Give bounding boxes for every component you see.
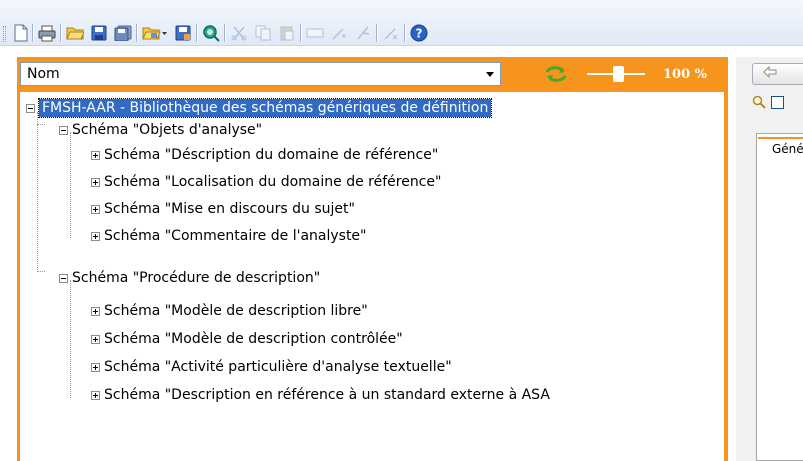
tree-node-label: Schéma "Description en référence à un st… xyxy=(104,387,550,403)
toolbar-separator xyxy=(404,24,405,42)
add-link-icon[interactable] xyxy=(328,23,350,43)
chevron-down-icon[interactable] xyxy=(480,63,500,85)
properties-box xyxy=(756,133,803,461)
tree-leaf-node[interactable]: Schéma "Mise en discours du sujet" xyxy=(91,198,355,220)
zoom-level: 100 % xyxy=(663,67,708,82)
schema-tree[interactable]: FMSH-AAR - Bibliothèque des schémas géné… xyxy=(20,92,724,461)
tree-connector xyxy=(70,132,71,238)
tree-node-label: Schéma "Mise en discours du sujet" xyxy=(104,201,355,217)
expand-icon[interactable] xyxy=(91,150,100,160)
tree-leaf-node[interactable]: Schéma "Activité particulière d'analyse … xyxy=(91,356,452,378)
expand-icon[interactable] xyxy=(91,306,100,316)
tree-node-label: Schéma "Modèle de description libre" xyxy=(104,303,368,319)
tree-node-label: Schéma "Activité particulière d'analyse … xyxy=(104,359,452,375)
open-folder-dropdown-icon[interactable] xyxy=(140,23,170,43)
open-folder-icon[interactable] xyxy=(64,23,86,43)
tree-node-label: Schéma "Objets d'analyse" xyxy=(72,122,263,138)
expand-icon[interactable] xyxy=(91,177,100,187)
search-icon[interactable] xyxy=(752,95,766,113)
tree-root-label: FMSH-AAR - Bibliothèque des schémas géné… xyxy=(37,98,493,118)
collapse-icon[interactable] xyxy=(59,273,68,283)
tree-leaf-node[interactable]: Schéma "Localisation du domaine de référ… xyxy=(91,171,441,193)
preview-icon[interactable] xyxy=(200,23,222,43)
remove-link-icon[interactable] xyxy=(380,23,402,43)
cut-icon[interactable] xyxy=(228,23,250,43)
expand-icon[interactable] xyxy=(91,204,100,214)
tree-node-label: Schéma "Procédure de description" xyxy=(72,270,321,286)
toolbar-separator xyxy=(224,24,225,42)
tree-leaf-node[interactable]: Schéma "Commentaire de l'analyste" xyxy=(91,225,366,247)
tree-leaf-node[interactable]: Schéma "Modèle de description libre" xyxy=(91,300,368,322)
tree-root-node[interactable]: FMSH-AAR - Bibliothèque des schémas géné… xyxy=(26,97,493,119)
save-icon[interactable] xyxy=(88,23,110,43)
toolbar-separator xyxy=(196,24,197,42)
save-all-icon[interactable] xyxy=(112,23,134,43)
sort-by-dropdown[interactable]: Nom xyxy=(20,62,501,86)
toolbar-grip[interactable] xyxy=(3,26,6,42)
tree-node-label: Schéma "Modèle de description contrôlée" xyxy=(104,331,403,347)
slider-thumb[interactable] xyxy=(612,66,624,82)
tree-group-node[interactable]: Schéma "Objets d'analyse" xyxy=(59,119,262,141)
toolbar-separator xyxy=(300,24,301,42)
dropdown-value: Nom xyxy=(27,66,60,82)
print-icon[interactable] xyxy=(36,23,58,43)
collapse-icon[interactable] xyxy=(26,103,35,113)
paste-icon[interactable] xyxy=(276,23,298,43)
tree-connector xyxy=(37,271,45,272)
expand-icon[interactable] xyxy=(91,334,100,344)
field-icon[interactable] xyxy=(304,23,326,43)
tree-leaf-node[interactable]: Schéma "Déscription du domaine de référe… xyxy=(91,144,438,166)
arrow-left-icon xyxy=(763,65,777,82)
copy-icon[interactable] xyxy=(252,23,274,43)
expand-icon[interactable] xyxy=(91,231,100,241)
zoom-slider[interactable] xyxy=(585,64,647,84)
svg-text:?: ? xyxy=(416,27,423,41)
tree-connector xyxy=(37,124,45,125)
tree-node-label: Schéma "Localisation du domaine de référ… xyxy=(104,174,442,190)
new-document-icon[interactable] xyxy=(10,23,32,43)
help-icon[interactable]: ? xyxy=(408,23,430,43)
toolbar-separator xyxy=(376,24,377,42)
refresh-icon[interactable] xyxy=(543,64,569,84)
tree-group-node[interactable]: Schéma "Procédure de description" xyxy=(59,267,320,289)
expand-icon[interactable] xyxy=(91,362,100,372)
expand-icon[interactable] xyxy=(91,390,100,400)
tree-node-label: Schéma "Commentaire de l'analyste" xyxy=(104,228,367,244)
tree-leaf-node[interactable]: Schéma "Description en référence à un st… xyxy=(91,384,550,406)
tree-connector xyxy=(37,112,38,272)
toolbar-separator xyxy=(60,24,61,42)
tree-node-label: Schéma "Déscription du domaine de référe… xyxy=(104,147,439,163)
save-as-icon[interactable] xyxy=(172,23,194,43)
main-toolbar: ? xyxy=(0,0,803,46)
collapse-icon[interactable] xyxy=(59,125,68,135)
filter-checkbox[interactable] xyxy=(771,96,784,109)
tree-connector xyxy=(70,280,71,398)
tree-leaf-node[interactable]: Schéma "Modèle de description contrôlée" xyxy=(91,328,403,350)
branch-icon[interactable] xyxy=(352,23,374,43)
back-button[interactable] xyxy=(752,63,803,85)
tab-general[interactable]: Géné xyxy=(758,137,803,157)
toolbar-separator xyxy=(32,24,33,42)
toolbar-separator xyxy=(136,24,137,42)
